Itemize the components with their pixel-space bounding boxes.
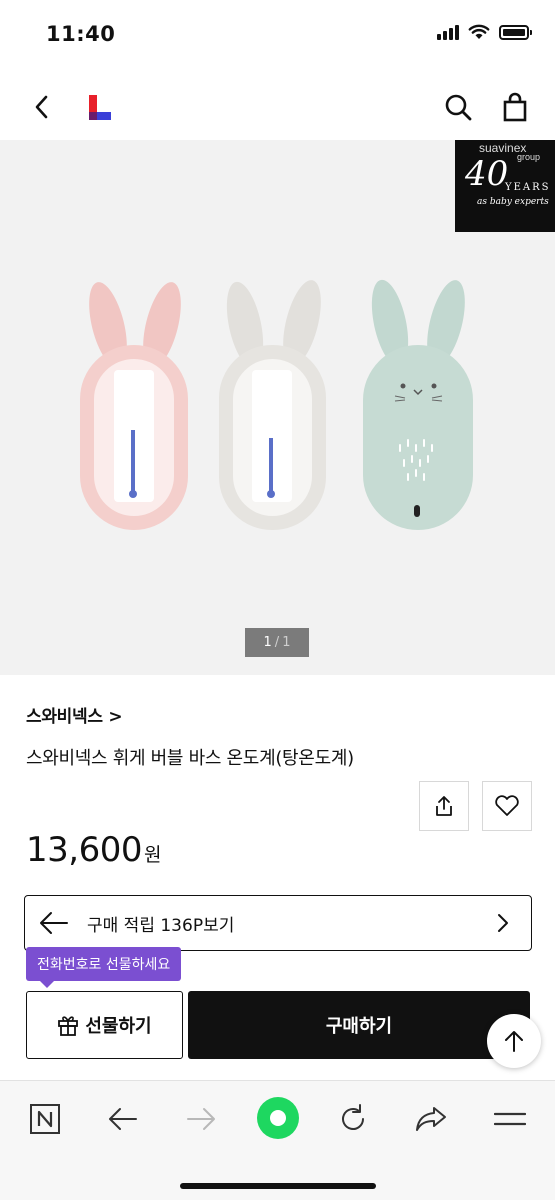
gift-button[interactable]: 선물하기 bbox=[26, 991, 183, 1059]
green-dot-button[interactable] bbox=[255, 1095, 301, 1141]
status-icons bbox=[437, 24, 532, 40]
arrow-left-icon bbox=[109, 1108, 137, 1130]
search-icon bbox=[445, 94, 472, 121]
home-indicator bbox=[180, 1183, 376, 1189]
battery-icon bbox=[499, 24, 532, 40]
hamburger-menu-icon bbox=[494, 1112, 526, 1126]
wifi-icon bbox=[468, 24, 490, 39]
cart-button[interactable] bbox=[497, 88, 533, 126]
browser-back-button[interactable] bbox=[101, 1097, 145, 1141]
pager-current: 1 bbox=[263, 635, 272, 650]
browser-forward-button[interactable] bbox=[179, 1097, 223, 1141]
chevron-left-icon bbox=[35, 95, 48, 119]
shopping-bag-icon bbox=[503, 92, 527, 122]
price-amount: 13,600 bbox=[26, 830, 142, 870]
heart-outline-icon bbox=[495, 795, 519, 816]
badge-tagline: as baby experts bbox=[477, 197, 549, 207]
product-price: 13,600 원 bbox=[26, 830, 161, 870]
arrow-left-icon[interactable] bbox=[39, 910, 69, 936]
refresh-icon bbox=[342, 1104, 364, 1130]
gift-icon bbox=[58, 1016, 79, 1036]
lotteon-logo[interactable]: L bbox=[86, 93, 114, 123]
points-text: 구매 적립 136P보기 bbox=[87, 916, 235, 936]
product-title: 스와비넥스 휘게 버블 바스 온도계(탕온도계) bbox=[26, 748, 354, 769]
buy-button-label: 구매하기 bbox=[325, 1016, 393, 1037]
share-icon bbox=[436, 796, 452, 816]
menu-button[interactable] bbox=[488, 1097, 532, 1141]
brand-link[interactable]: 스와비넥스 > bbox=[26, 702, 123, 727]
browser-toolbar bbox=[0, 1080, 555, 1200]
pager-total: 1 bbox=[282, 635, 291, 650]
product-image-gallery[interactable]: suavinex group 40 YEARS as baby experts … bbox=[0, 140, 555, 675]
wishlist-button[interactable] bbox=[482, 781, 532, 831]
green-dot-icon bbox=[257, 1097, 299, 1139]
chevron-right-icon bbox=[498, 914, 508, 932]
arrow-up-icon bbox=[505, 1031, 523, 1052]
share-arrow-icon bbox=[416, 1107, 446, 1131]
arrow-right-icon bbox=[187, 1108, 215, 1130]
back-button[interactable] bbox=[26, 90, 58, 124]
search-button[interactable] bbox=[440, 89, 476, 125]
badge-years: YEARS bbox=[505, 182, 551, 193]
share-button[interactable] bbox=[419, 781, 469, 831]
price-currency: 원 bbox=[143, 844, 161, 866]
image-pager: 1 / 1 bbox=[245, 628, 309, 657]
scroll-to-top-button[interactable] bbox=[487, 1014, 541, 1068]
gift-button-label: 선물하기 bbox=[85, 1016, 152, 1037]
badge-group: group bbox=[517, 152, 541, 162]
logo-icon bbox=[89, 95, 111, 120]
status-time: 11:40 bbox=[46, 22, 116, 46]
naver-home-button[interactable] bbox=[23, 1097, 67, 1141]
refresh-button[interactable] bbox=[331, 1097, 375, 1141]
pager-separator: / bbox=[274, 635, 280, 650]
points-reward-row[interactable]: 구매 적립 136P보기 bbox=[24, 895, 532, 951]
brand-anniversary-badge: suavinex group 40 YEARS as baby experts bbox=[455, 140, 555, 232]
badge-number: 40 bbox=[465, 154, 509, 194]
cellular-signal-icon bbox=[437, 24, 459, 40]
buy-button[interactable]: 구매하기 bbox=[188, 991, 530, 1059]
naver-n-icon bbox=[30, 1104, 60, 1134]
gift-tooltip: 전화번호로 선물하세요 bbox=[26, 947, 182, 988]
share-page-button[interactable] bbox=[409, 1097, 453, 1141]
